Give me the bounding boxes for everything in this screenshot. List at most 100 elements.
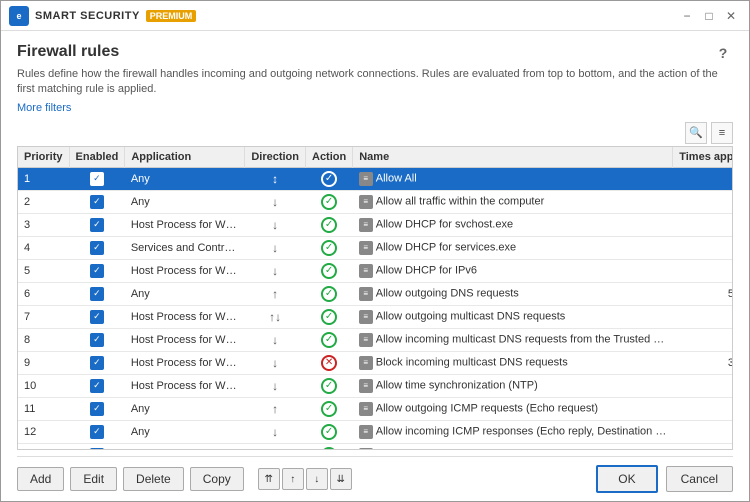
- move-bottom-button[interactable]: ⇊: [330, 468, 352, 490]
- col-header-enabled: Enabled: [69, 147, 125, 168]
- cell-name: ≡Allow time synchronization (NTP): [353, 374, 673, 397]
- table-row[interactable]: 7✓Host Process for Win...↑↓✓≡Allow outgo…: [18, 305, 733, 328]
- col-header-priority: Priority: [18, 147, 69, 168]
- maximize-button[interactable]: □: [699, 6, 719, 26]
- cell-direction: ↕: [245, 167, 306, 190]
- direction-icon: ↑↓: [269, 310, 281, 324]
- cell-application: Host Process for Win...: [125, 374, 245, 397]
- table-row[interactable]: 6✓Any↑✓≡Allow outgoing DNS requests5392: [18, 282, 733, 305]
- cell-action: ✓: [306, 167, 353, 190]
- check-icon: ✓: [90, 425, 104, 439]
- cell-direction: ↓: [245, 213, 306, 236]
- block-icon: ✕: [321, 355, 337, 371]
- cell-direction: ↑↓: [245, 305, 306, 328]
- table-row[interactable]: 11✓Any↑✓≡Allow outgoing ICMP requests (E…: [18, 397, 733, 420]
- cell-priority: 10: [18, 374, 69, 397]
- add-button[interactable]: Add: [17, 467, 64, 491]
- rule-icon: ≡: [359, 172, 373, 186]
- allow-icon: ✓: [321, 309, 337, 325]
- cell-times: [673, 397, 733, 420]
- move-top-button[interactable]: ⇈: [258, 468, 280, 490]
- table-row[interactable]: 10✓Host Process for Win...↓✓≡Allow time …: [18, 374, 733, 397]
- cell-direction: ↑: [245, 282, 306, 305]
- check-icon: ✓: [90, 195, 104, 209]
- table-header-row: Priority Enabled Application Direction A…: [18, 147, 733, 168]
- table-row[interactable]: 5✓Host Process for Win...↓✓≡Allow DHCP f…: [18, 259, 733, 282]
- ok-button[interactable]: OK: [596, 465, 657, 493]
- rule-icon: ≡: [359, 310, 373, 324]
- cancel-button[interactable]: Cancel: [666, 466, 733, 492]
- cell-direction: ↓: [245, 374, 306, 397]
- check-icon: ✓: [90, 218, 104, 232]
- table-row[interactable]: 12✓Any↓✓≡Allow incoming ICMP responses (…: [18, 420, 733, 443]
- cell-enabled: ✓: [69, 374, 125, 397]
- premium-badge: PREMIUM: [146, 10, 197, 22]
- cell-action: ✓: [306, 328, 353, 351]
- minimize-button[interactable]: −: [677, 6, 697, 26]
- table-row[interactable]: 1✓Any↕✓≡Allow All: [18, 167, 733, 190]
- search-icon-button[interactable]: 🔍: [685, 122, 707, 144]
- cell-application: Any: [125, 397, 245, 420]
- cell-priority: 5: [18, 259, 69, 282]
- move-down-button[interactable]: ↓: [306, 468, 328, 490]
- delete-button[interactable]: Delete: [123, 467, 184, 491]
- cell-application: Services and Controll...: [125, 236, 245, 259]
- cell-enabled: ✓: [69, 259, 125, 282]
- table-row[interactable]: 4✓Services and Controll...↓✓≡Allow DHCP …: [18, 236, 733, 259]
- cell-action: ✓: [306, 213, 353, 236]
- check-icon: ✓: [90, 264, 104, 278]
- table-row[interactable]: 2✓Any↓✓≡Allow all traffic within the com…: [18, 190, 733, 213]
- cell-times: [673, 443, 733, 450]
- table-row[interactable]: 3✓Host Process for Win...↓✓≡Allow DHCP f…: [18, 213, 733, 236]
- cell-priority: 6: [18, 282, 69, 305]
- rule-icon: ≡: [359, 218, 373, 232]
- col-header-action: Action: [306, 147, 353, 168]
- help-button[interactable]: ?: [713, 43, 733, 63]
- cell-action: ✓: [306, 374, 353, 397]
- direction-icon: ↓: [272, 241, 278, 255]
- direction-icon: ↓: [272, 264, 278, 278]
- rule-icon: ≡: [359, 356, 373, 370]
- edit-button[interactable]: Edit: [70, 467, 117, 491]
- close-button[interactable]: ✕: [721, 6, 741, 26]
- more-filters-link[interactable]: More filters: [17, 102, 733, 114]
- check-icon: ✓: [90, 241, 104, 255]
- allow-icon: ✓: [321, 263, 337, 279]
- cell-name: ≡Allow DHCP for IPv6: [353, 259, 673, 282]
- cell-direction: ↓: [245, 259, 306, 282]
- titlebar-left: e SMART SECURITY PREMIUM: [9, 6, 196, 26]
- cell-times: [673, 167, 733, 190]
- rules-table: Priority Enabled Application Direction A…: [18, 147, 733, 450]
- allow-icon: ✓: [321, 240, 337, 256]
- table-row[interactable]: 13✓Any↓✓≡Allow ICMP communication in Tru…: [18, 443, 733, 450]
- check-icon: ✓: [90, 379, 104, 393]
- cell-enabled: ✓: [69, 328, 125, 351]
- cell-name: ≡Allow outgoing multicast DNS requests: [353, 305, 673, 328]
- move-up-button[interactable]: ↑: [282, 468, 304, 490]
- cell-application: Any: [125, 167, 245, 190]
- cell-application: Host Process for Win...: [125, 305, 245, 328]
- cell-application: Any: [125, 443, 245, 450]
- check-icon: ✓: [90, 448, 104, 450]
- cell-enabled: ✓: [69, 213, 125, 236]
- copy-button[interactable]: Copy: [190, 467, 244, 491]
- cell-priority: 2: [18, 190, 69, 213]
- rule-icon: ≡: [359, 448, 373, 450]
- cell-direction: ↓: [245, 328, 306, 351]
- cell-action: ✓: [306, 190, 353, 213]
- columns-icon-button[interactable]: ≡: [711, 122, 733, 144]
- direction-icon: ↓: [272, 425, 278, 439]
- allow-icon: ✓: [321, 447, 337, 450]
- cell-times: 5392: [673, 282, 733, 305]
- description-text: Rules define how the firewall handles in…: [17, 67, 733, 98]
- cell-priority: 9: [18, 351, 69, 374]
- cell-name: ≡Allow ICMP communication in Trusted zon…: [353, 443, 673, 450]
- direction-icon: ↓: [272, 356, 278, 370]
- table-row[interactable]: 9✓Host Process for Win...↓✕≡Block incomi…: [18, 351, 733, 374]
- rule-icon: ≡: [359, 425, 373, 439]
- cell-enabled: ✓: [69, 190, 125, 213]
- cell-times: 2: [673, 190, 733, 213]
- table-row[interactable]: 8✓Host Process for Win...↓✓≡Allow incomi…: [18, 328, 733, 351]
- right-footer: OK Cancel: [596, 465, 733, 493]
- cell-action: ✓: [306, 397, 353, 420]
